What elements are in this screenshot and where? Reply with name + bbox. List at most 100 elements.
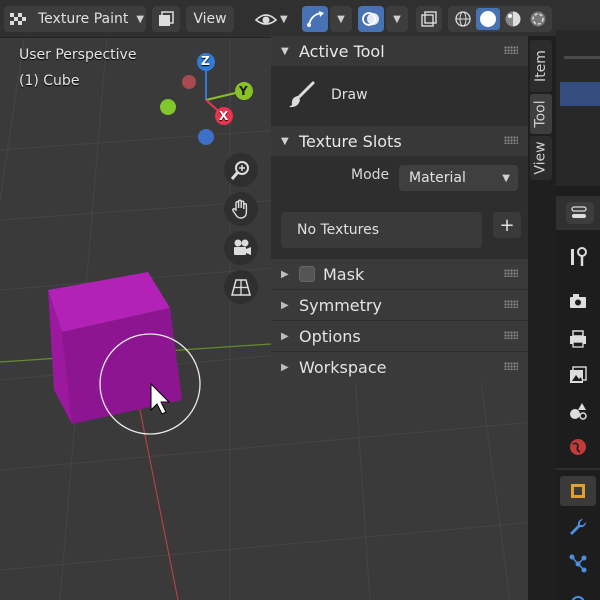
chevron-down-icon: ▼ — [393, 13, 401, 25]
active-tool-row[interactable]: Draw — [271, 66, 528, 124]
chevron-down-icon: ▼ — [337, 13, 345, 25]
particles-icon — [569, 554, 587, 573]
tab-item[interactable]: Item — [530, 40, 552, 92]
visibility-dropdown[interactable]: ▼ — [254, 6, 296, 32]
shading-material-button[interactable] — [501, 8, 525, 30]
texture-slots-title: Texture Slots — [299, 131, 402, 151]
printer-icon — [570, 330, 586, 348]
outliner-row-selected[interactable] — [560, 82, 600, 106]
tab-item-label: Item — [533, 50, 549, 82]
drag-grip-icon[interactable] — [504, 300, 518, 308]
output-properties-tab[interactable] — [560, 324, 596, 354]
render-camera-icon — [570, 294, 586, 308]
texture-slots-panel-header[interactable]: ▼ Texture Slots — [271, 126, 528, 156]
shading-rendered-button[interactable] — [526, 8, 550, 30]
view-menu[interactable]: View — [186, 6, 234, 32]
triangle-down-icon: ▼ — [281, 45, 289, 57]
world-icon — [570, 439, 586, 455]
view-menu-label: View — [193, 11, 227, 27]
material-sphere-icon — [505, 11, 521, 27]
properties-editor-icon — [571, 206, 587, 218]
physics-properties-tab[interactable] — [560, 584, 596, 600]
solid-sphere-icon — [480, 11, 496, 27]
render-properties-tab[interactable] — [560, 286, 596, 316]
options-panel-header[interactable]: ▶ Options — [271, 321, 528, 351]
active-tool-panel-header[interactable]: ▼ Active Tool — [271, 36, 528, 66]
active-tool-title: Active Tool — [299, 41, 385, 61]
chevron-down-icon: ▼ — [280, 13, 288, 25]
view-layer-properties-tab[interactable] — [560, 360, 596, 390]
mode-label: Texture Paint — [38, 11, 129, 27]
properties-header — [556, 196, 600, 230]
mode-dropdown[interactable]: Material ▼ — [399, 165, 518, 191]
camera-icon — [234, 239, 251, 255]
object-properties-tab[interactable] — [560, 476, 596, 506]
triangle-right-icon: ▶ — [281, 330, 289, 342]
gizmo-z-label: Z — [201, 54, 210, 68]
world-properties-tab[interactable] — [560, 432, 596, 462]
tools-icon — [571, 247, 587, 266]
zoom-button[interactable] — [224, 153, 258, 187]
symmetry-panel-header[interactable]: ▶ Symmetry — [271, 290, 528, 320]
scene-properties-tab[interactable] — [560, 396, 596, 426]
mask-checkbox[interactable] — [299, 266, 315, 282]
texture-slot-list[interactable]: No Textures — [281, 212, 482, 248]
tab-tool-label: Tool — [533, 100, 550, 128]
drag-grip-icon[interactable] — [504, 269, 518, 277]
shading-selector[interactable] — [448, 6, 552, 32]
drag-grip-icon[interactable] — [504, 331, 518, 339]
workspace-title: Workspace — [299, 357, 387, 377]
mode-selector[interactable]: Texture Paint ▼ — [4, 6, 146, 32]
tab-tool[interactable]: Tool — [530, 94, 552, 134]
shading-wireframe-button[interactable] — [451, 8, 475, 30]
scene-icon — [570, 403, 587, 420]
grid-perspective-icon — [231, 279, 251, 296]
tool-properties-tab[interactable] — [560, 242, 596, 272]
triangle-right-icon: ▶ — [281, 299, 289, 311]
viewport-header: Texture Paint ▼ View ▼ ▼ ▼ — [0, 0, 556, 38]
tab-view-label: View — [533, 141, 550, 175]
triangle-right-icon: ▶ — [281, 361, 289, 373]
brush-icon — [289, 81, 315, 108]
mask-title: Mask — [323, 264, 365, 284]
xray-toggle-button[interactable] — [416, 6, 442, 32]
workspace-panel-header[interactable]: ▶ Workspace — [271, 352, 528, 382]
overlay-dropdown[interactable]: ▼ — [386, 6, 408, 32]
gizmo-toggle-button[interactable] — [302, 6, 328, 32]
pan-button[interactable] — [224, 192, 258, 226]
modifier-properties-tab[interactable] — [560, 512, 596, 542]
sidebar-tabs: Item Tool View — [528, 36, 556, 600]
overlay-toggle-button[interactable] — [358, 6, 384, 32]
drag-grip-icon[interactable] — [504, 46, 518, 54]
editor-type-button[interactable] — [566, 202, 594, 224]
shading-solid-button[interactable] — [476, 8, 500, 30]
active-object-label: (1) Cube — [19, 73, 80, 89]
hand-icon — [232, 199, 248, 219]
physics-icon — [571, 596, 585, 600]
outliner-divider — [564, 56, 600, 59]
tab-view[interactable]: View — [530, 136, 552, 180]
perspective-toggle-button[interactable] — [224, 270, 258, 304]
plus-icon: + — [499, 214, 515, 236]
add-texture-button[interactable]: + — [493, 212, 521, 238]
active-tool-name: Draw — [331, 87, 368, 103]
outliner[interactable] — [556, 0, 600, 186]
drag-grip-icon[interactable] — [504, 136, 518, 144]
rendered-sphere-icon — [530, 11, 546, 27]
mask-panel-header[interactable]: ▶ Mask — [271, 259, 528, 289]
particle-properties-tab[interactable] — [560, 548, 596, 578]
eye-icon — [254, 14, 278, 25]
gizmo-y-label: Y — [239, 84, 248, 98]
chevron-down-icon: ▼ — [136, 13, 145, 25]
drag-grip-icon[interactable] — [504, 362, 518, 370]
symmetry-title: Symmetry — [299, 295, 382, 315]
image-layers-icon — [570, 366, 587, 383]
gizmo-dropdown[interactable]: ▼ — [330, 6, 352, 32]
object-icon — [571, 484, 585, 498]
texture-slot-list-empty: No Textures — [297, 222, 380, 238]
mode-field-label: Mode — [351, 167, 390, 183]
triangle-right-icon: ▶ — [281, 268, 289, 280]
slot-toggle-button[interactable] — [152, 6, 180, 32]
gizmo-icon — [307, 11, 324, 27]
camera-view-button[interactable] — [224, 231, 258, 265]
